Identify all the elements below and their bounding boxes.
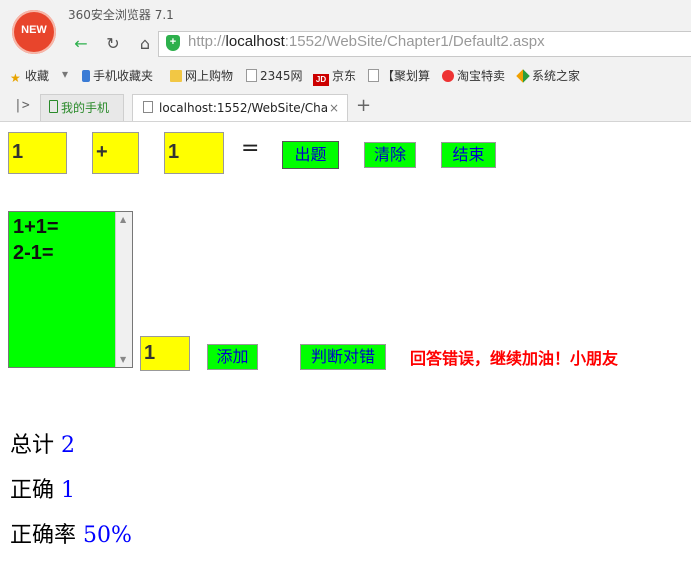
phone-icon [49, 100, 58, 113]
phone-icon [82, 70, 90, 82]
answer-field[interactable]: 1 [140, 336, 190, 371]
diamond-icon [516, 69, 530, 83]
bookmark-shopping[interactable]: 网上购物 [170, 67, 233, 84]
equals-sign: = [241, 136, 260, 161]
operand1-field[interactable]: 1 [8, 132, 67, 174]
back-icon[interactable]: ← [70, 34, 92, 54]
bookmark-label: 系统之家 [532, 69, 581, 83]
browser-chrome: NEW 360安全浏览器 7.1 ← ↻ ⌂ + http://localhos… [0, 0, 691, 122]
correct-stat: 正确 1 [10, 472, 75, 504]
list-scrollbar[interactable]: ▲ ▼ [115, 212, 132, 367]
bookmark-label: 网上购物 [185, 69, 234, 83]
star-icon: ★ [10, 71, 21, 85]
add-button[interactable]: 添加 [207, 344, 258, 370]
bookmark-label: 京东 [332, 69, 357, 83]
operator-field[interactable]: + [92, 132, 139, 174]
tab-active-page[interactable]: localhost:1552/WebSite/Chap [132, 94, 348, 121]
question-list-items: 1+1= 2-1= [13, 214, 59, 266]
app-title: 360安全浏览器 7.1 [68, 8, 174, 22]
chevron-down-icon[interactable]: ▾ [62, 67, 68, 81]
rate-value: 50% [83, 523, 132, 548]
rate-stat: 正确率 50% [10, 517, 132, 549]
bookmark-label: 2345网 [260, 69, 303, 83]
total-label: 总计 [10, 433, 55, 458]
sidebar-toggle-icon[interactable]: |> [14, 98, 30, 113]
clear-button[interactable]: 清除 [364, 142, 416, 168]
judge-button[interactable]: 判断对错 [300, 344, 386, 370]
tab-label: 我的手机 [61, 101, 110, 115]
bookmark-label: 【聚划算 [382, 69, 431, 83]
bookmark-label: 淘宝特卖 [457, 69, 506, 83]
page-icon [368, 69, 379, 82]
total-stat: 总计 2 [10, 427, 75, 459]
url-host: localhost [225, 33, 285, 50]
browser-logo[interactable]: NEW [12, 10, 56, 54]
correct-label: 正确 [10, 478, 55, 503]
jd-icon: JD [313, 74, 329, 86]
result-message: 回答错误，继续加油！小朋友 [410, 349, 619, 368]
list-item[interactable]: 2-1= [13, 240, 59, 266]
url-path: :1552/WebSite/Chapter1/Default2.aspx [284, 33, 545, 50]
bookmark-xitong[interactable]: 系统之家 [516, 67, 581, 84]
correct-value: 1 [61, 478, 76, 503]
taobao-icon [442, 70, 454, 82]
tab-label: localhost:1552/WebSite/Chap [159, 101, 329, 115]
operand2-field[interactable]: 1 [164, 132, 224, 174]
bookmark-2345[interactable]: 2345网 [246, 67, 303, 84]
bookmark-label: 手机收藏夹 [93, 69, 154, 83]
total-value: 2 [61, 433, 76, 458]
close-tab-icon[interactable]: × [329, 101, 339, 115]
page-icon [246, 69, 257, 82]
generate-question-button[interactable]: 出题 [282, 141, 339, 169]
folder-icon [170, 70, 182, 82]
bookmark-favorites[interactable]: ★ 收藏 [10, 67, 50, 85]
scroll-down-icon[interactable]: ▼ [120, 355, 126, 364]
list-item[interactable]: 1+1= [13, 214, 59, 240]
home-icon[interactable]: ⌂ [134, 34, 156, 54]
url-text[interactable]: http://localhost:1552/WebSite/Chapter1/D… [188, 33, 545, 50]
bookmark-label: 收藏 [25, 69, 50, 83]
rate-label: 正确率 [10, 523, 77, 548]
page-icon [143, 101, 153, 113]
tab-strip: |> 我的手机 localhost:1552/WebSite/Chap × + [0, 92, 691, 121]
bookmarks-bar: ★ 收藏 ▾ 手机收藏夹 网上购物 2345网 JD 京东 【聚划算 淘宝特卖 系统… [0, 63, 691, 86]
logo-text: NEW [21, 24, 47, 36]
scroll-up-icon[interactable]: ▲ [120, 215, 126, 224]
new-tab-icon[interactable]: + [356, 95, 371, 116]
reload-icon[interactable]: ↻ [102, 34, 124, 54]
bookmark-mobile[interactable]: 手机收藏夹 [82, 67, 153, 84]
bookmark-taobao[interactable]: 淘宝特卖 [442, 67, 505, 84]
bookmark-jd[interactable]: JD 京东 [313, 67, 356, 86]
end-button[interactable]: 结束 [441, 142, 496, 168]
question-list[interactable]: 1+1= 2-1= ▲ ▼ [8, 211, 133, 368]
tab-my-phone[interactable]: 我的手机 [40, 94, 124, 121]
bookmark-juhuasuan[interactable]: 【聚划算 [368, 67, 430, 84]
security-shield-icon[interactable]: + [166, 35, 180, 51]
url-prefix: http:// [188, 33, 226, 50]
